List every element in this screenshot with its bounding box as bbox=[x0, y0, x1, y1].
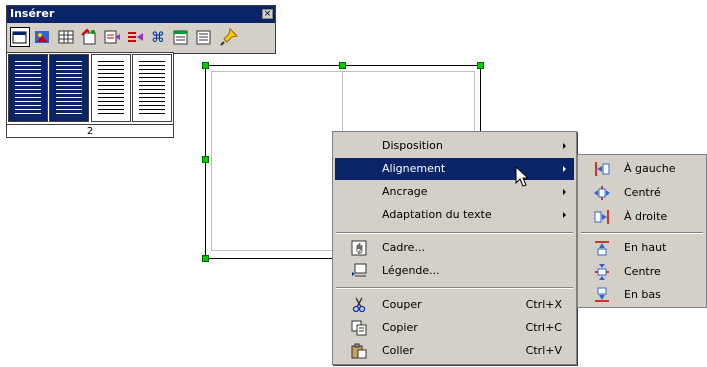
align-left-icon bbox=[594, 161, 610, 177]
menu-item-label: Adaptation du texte bbox=[382, 208, 492, 221]
menu-item-legende[interactable]: Légende... bbox=[335, 260, 574, 282]
mouse-pointer-icon bbox=[515, 165, 530, 191]
alignment-submenu: À gauche Centré À droite En haut Centre … bbox=[577, 154, 707, 308]
menu-item-label: Couper bbox=[382, 298, 422, 311]
resize-handle-top-right[interactable] bbox=[477, 62, 484, 69]
align-top-icon bbox=[594, 240, 610, 256]
menu-item-alignement[interactable]: Alignement bbox=[335, 158, 574, 180]
align-right-icon bbox=[594, 209, 610, 225]
copy-icon bbox=[351, 320, 367, 336]
document-icon[interactable] bbox=[171, 27, 191, 47]
menu-item-shortcut: Ctrl+X bbox=[525, 298, 562, 311]
section-icon[interactable] bbox=[102, 27, 122, 47]
align-bottom-icon bbox=[594, 287, 610, 303]
column-option-3[interactable] bbox=[91, 54, 131, 122]
submenu-item-align-middle[interactable]: Centre bbox=[580, 260, 704, 284]
menu-item-disposition[interactable]: Disposition bbox=[335, 135, 574, 157]
paste-icon bbox=[351, 343, 367, 359]
resize-handle-left[interactable] bbox=[202, 156, 209, 163]
menu-item-label: Ancrage bbox=[382, 185, 428, 198]
submenu-arrow-icon bbox=[563, 143, 566, 149]
fields-icon[interactable] bbox=[79, 27, 99, 47]
list-icon[interactable] bbox=[194, 27, 214, 47]
submenu-arrow-icon bbox=[563, 212, 566, 218]
insert-pin-icon[interactable] bbox=[219, 27, 239, 47]
submenu-arrow-icon bbox=[563, 189, 566, 195]
menu-item-label: Copier bbox=[382, 321, 418, 334]
resize-handle-top[interactable] bbox=[339, 62, 346, 69]
special-char-icon[interactable]: ⌘ bbox=[148, 27, 168, 47]
menu-item-shortcut: Ctrl+V bbox=[525, 344, 562, 357]
columns-count: 2 bbox=[7, 124, 173, 138]
toolbar-title: Insérer bbox=[10, 7, 55, 20]
menu-item-coller[interactable]: Coller Ctrl+V bbox=[335, 340, 574, 362]
close-icon[interactable]: × bbox=[262, 9, 273, 19]
menu-item-label: Disposition bbox=[382, 139, 443, 152]
submenu-arrow-icon bbox=[563, 166, 566, 172]
menu-item-ancrage[interactable]: Ancrage bbox=[335, 181, 574, 203]
submenu-item-align-left[interactable]: À gauche bbox=[580, 157, 704, 181]
toolbar-title-bar[interactable]: Insérer × bbox=[7, 6, 275, 23]
submenu-item-align-center[interactable]: Centré bbox=[580, 181, 704, 205]
caption-icon bbox=[351, 263, 367, 279]
submenu-item-label: Centre bbox=[624, 265, 661, 278]
image-icon[interactable] bbox=[33, 27, 53, 47]
table-icon[interactable] bbox=[56, 27, 76, 47]
frame-properties-icon bbox=[351, 240, 367, 256]
menu-item-adaptation-du-texte[interactable]: Adaptation du texte bbox=[335, 204, 574, 226]
resize-handle-top-left[interactable] bbox=[202, 62, 209, 69]
submenu-item-label: Centré bbox=[624, 186, 661, 199]
frame-icon[interactable] bbox=[10, 27, 30, 47]
submenu-item-label: En bas bbox=[624, 288, 661, 301]
svg-text:⌘: ⌘ bbox=[151, 30, 165, 46]
submenu-item-label: En haut bbox=[624, 241, 667, 254]
context-menu: Disposition Alignement Ancrage Adaptatio… bbox=[332, 131, 577, 365]
submenu-item-label: À gauche bbox=[624, 162, 676, 175]
submenu-item-align-top[interactable]: En haut bbox=[580, 236, 704, 260]
column-option-1[interactable] bbox=[8, 54, 48, 122]
menu-separator bbox=[336, 232, 573, 234]
align-middle-icon bbox=[594, 264, 610, 280]
menu-separator bbox=[336, 287, 573, 289]
submenu-item-align-right[interactable]: À droite bbox=[580, 205, 704, 229]
align-center-icon bbox=[594, 185, 610, 201]
menu-item-label: Coller bbox=[382, 344, 414, 357]
text-frame-icon[interactable] bbox=[125, 27, 145, 47]
menu-item-shortcut: Ctrl+C bbox=[525, 321, 562, 334]
menu-item-couper[interactable]: Couper Ctrl+X bbox=[335, 294, 574, 316]
submenu-separator bbox=[581, 232, 703, 234]
menu-item-cadre[interactable]: Cadre... bbox=[335, 237, 574, 259]
insert-toolbar: Insérer × ⌘ bbox=[6, 5, 276, 54]
resize-handle-bottom-left[interactable] bbox=[202, 255, 209, 262]
column-option-2[interactable] bbox=[49, 54, 89, 122]
column-option-4[interactable] bbox=[132, 54, 172, 122]
menu-item-label: Alignement bbox=[382, 162, 446, 175]
menu-item-copier[interactable]: Copier Ctrl+C bbox=[335, 317, 574, 339]
columns-picker: 2 bbox=[6, 52, 174, 138]
submenu-item-label: À droite bbox=[624, 210, 668, 223]
scissors-icon bbox=[351, 297, 367, 313]
menu-item-label: Cadre... bbox=[382, 241, 425, 254]
submenu-item-align-bottom[interactable]: En bas bbox=[580, 283, 704, 307]
menu-item-label: Légende... bbox=[382, 264, 440, 277]
